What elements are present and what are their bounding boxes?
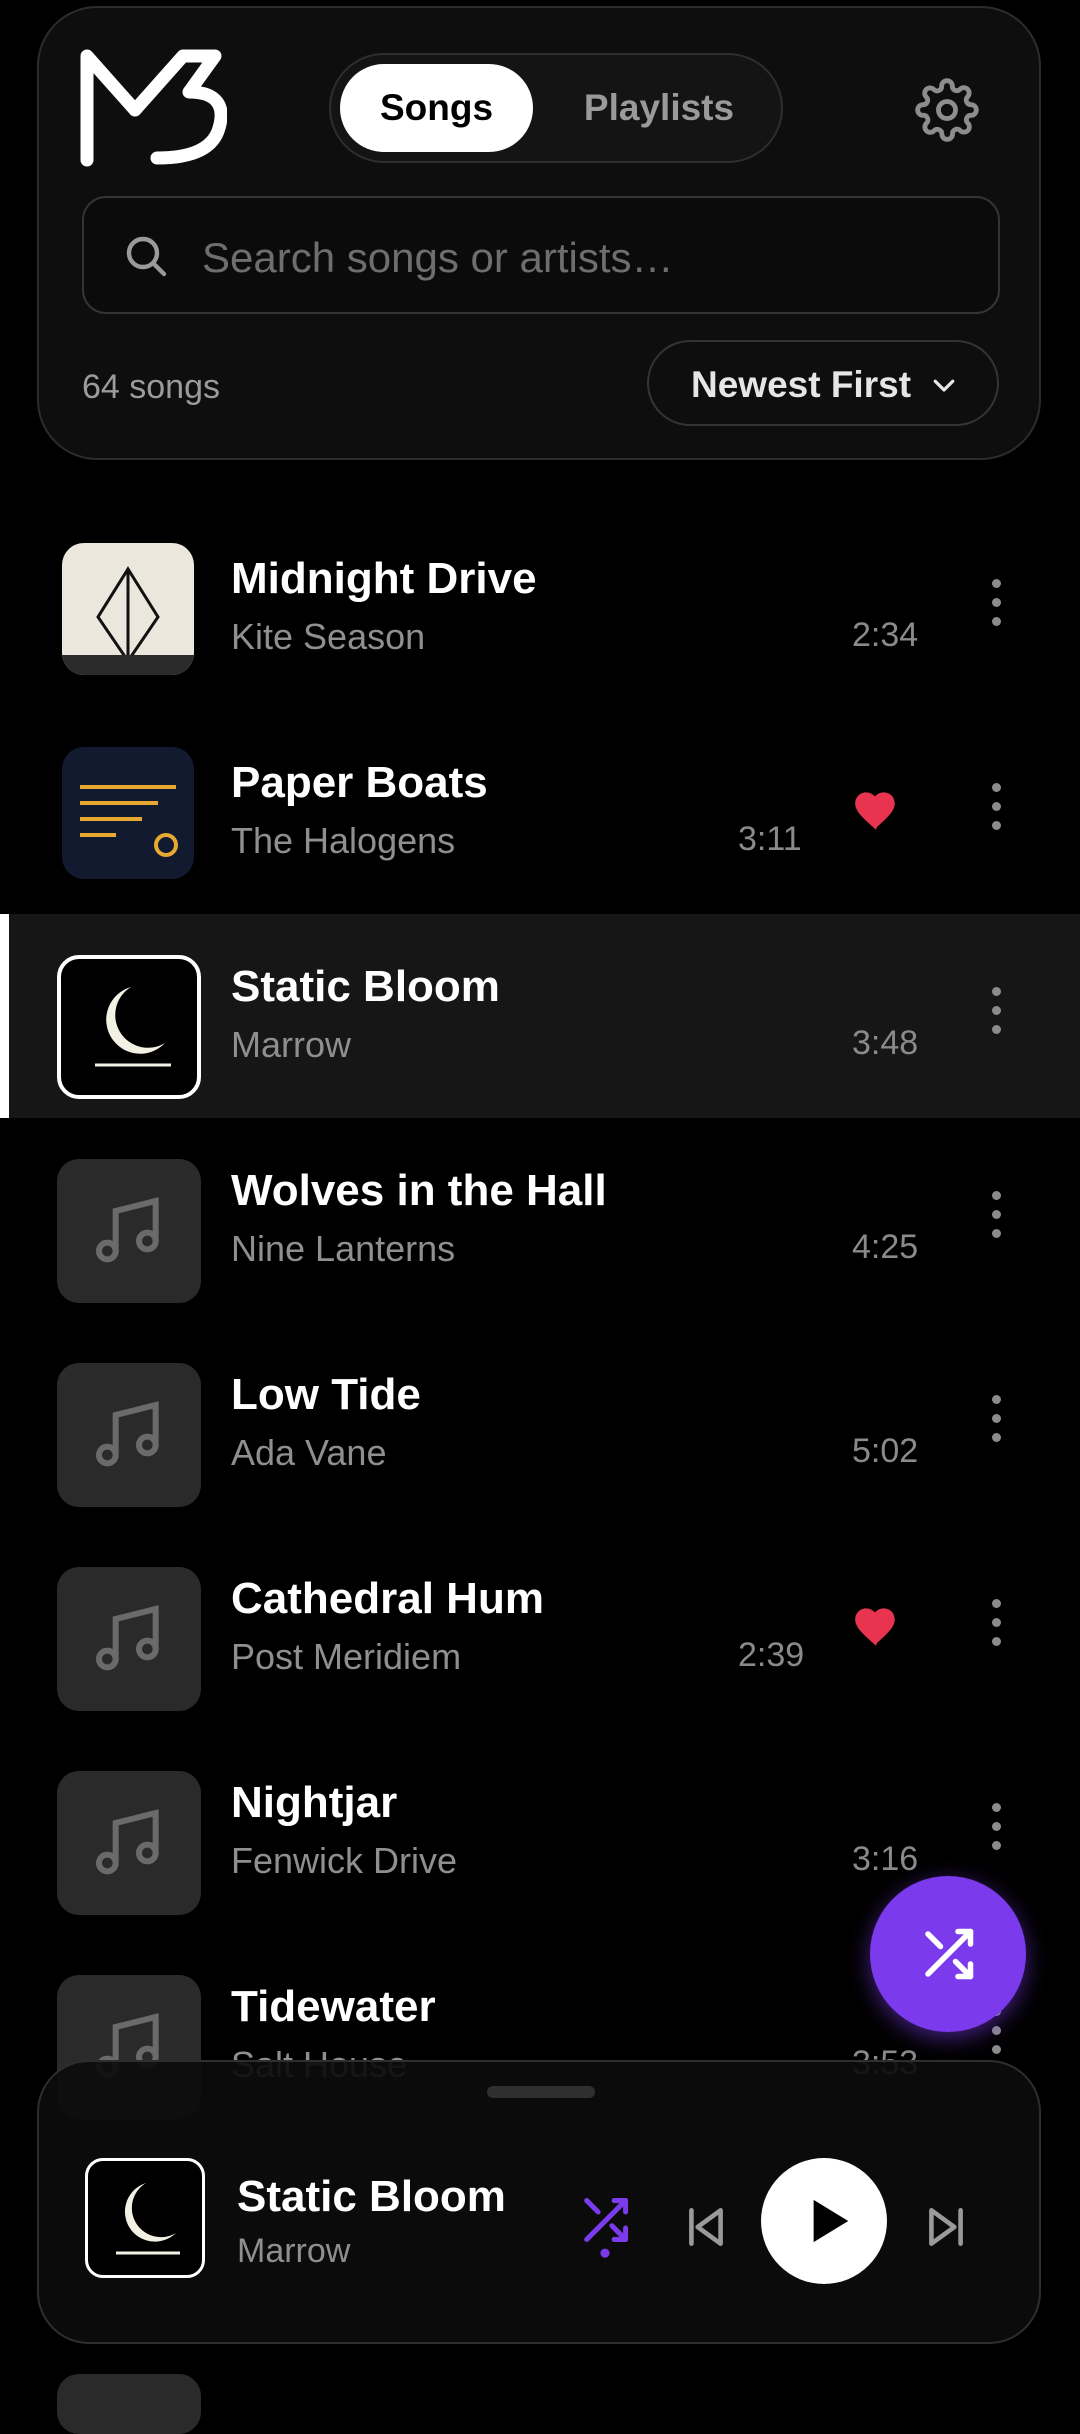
now-playing-art bbox=[85, 2158, 205, 2278]
tab-playlists[interactable]: Playlists bbox=[545, 64, 773, 152]
song-title: Tidewater bbox=[231, 1982, 436, 2031]
album-art-placeholder bbox=[57, 2374, 201, 2434]
music-note-icon bbox=[96, 1197, 159, 1263]
chevron-down-icon bbox=[933, 379, 955, 392]
song-title: Paper Boats bbox=[231, 758, 488, 807]
shuffle-fab-button[interactable] bbox=[870, 1876, 1026, 2032]
song-title: Nightjar bbox=[231, 1778, 398, 1827]
music-note-icon bbox=[96, 1605, 159, 1671]
now-playing-artist: Marrow bbox=[237, 2232, 351, 2270]
gear-icon[interactable] bbox=[915, 78, 979, 142]
more-options-icon[interactable] bbox=[980, 1184, 1012, 1256]
library-header: Songs Playlists Search songs or artists…… bbox=[37, 6, 1041, 460]
song-artist: The Halogens bbox=[231, 820, 456, 861]
song-artist: Ada Vane bbox=[231, 1432, 387, 1473]
more-options-icon[interactable] bbox=[980, 1592, 1012, 1664]
song-duration: 2:34 bbox=[852, 616, 919, 654]
app-logo bbox=[80, 49, 227, 167]
album-art-lines bbox=[62, 747, 194, 879]
skip-previous-icon[interactable] bbox=[681, 2202, 731, 2252]
search-field[interactable]: Search songs or artists… bbox=[82, 196, 1000, 314]
song-row[interactable]: Wolves in the Hall Nine Lanterns 4:25 bbox=[0, 1118, 1080, 1322]
heart-icon[interactable] bbox=[851, 1602, 901, 1648]
song-count: 64 songs bbox=[82, 368, 220, 406]
sort-label: Newest First bbox=[691, 364, 912, 405]
heart-icon[interactable] bbox=[851, 786, 901, 832]
sort-dropdown[interactable]: Newest First bbox=[647, 340, 999, 426]
song-duration: 3:11 bbox=[738, 820, 802, 858]
song-title: Cathedral Hum bbox=[231, 1574, 544, 1623]
view-toggle: Songs Playlists bbox=[329, 53, 783, 163]
music-note-icon bbox=[96, 1401, 159, 1467]
song-artist: Marrow bbox=[231, 1024, 352, 1065]
song-row[interactable]: Low Tide Ada Vane 5:02 bbox=[0, 1322, 1080, 1526]
song-artist: Fenwick Drive bbox=[231, 1840, 458, 1881]
skip-next-icon[interactable] bbox=[921, 2202, 971, 2252]
song-row[interactable]: Paper Boats The Halogens 3:11 bbox=[0, 710, 1080, 914]
song-title: Midnight Drive bbox=[231, 554, 537, 603]
more-options-icon[interactable] bbox=[980, 776, 1012, 848]
shuffle-icon bbox=[925, 1928, 974, 1980]
play-icon bbox=[813, 2199, 849, 2243]
drag-handle[interactable] bbox=[487, 2086, 595, 2098]
song-title: Low Tide bbox=[231, 1370, 421, 1419]
shuffle-icon[interactable] bbox=[577, 2196, 633, 2260]
song-row[interactable]: Midnight Drive Kite Season 2:34 bbox=[0, 506, 1080, 710]
song-title: Static Bloom bbox=[231, 962, 500, 1011]
song-duration: 4:25 bbox=[852, 1228, 919, 1266]
song-title: Wolves in the Hall bbox=[231, 1166, 607, 1215]
song-row-current[interactable]: Static Bloom Marrow 3:48 bbox=[0, 914, 1080, 1118]
album-art-moon bbox=[57, 955, 201, 1099]
album-art-placeholder bbox=[57, 1363, 201, 1507]
song-artist: Nine Lanterns bbox=[231, 1228, 456, 1269]
now-playing-title: Static Bloom bbox=[237, 2172, 506, 2221]
album-art-diamond bbox=[62, 543, 194, 675]
album-art-placeholder bbox=[57, 1159, 201, 1303]
play-button[interactable] bbox=[761, 2158, 887, 2284]
more-options-icon[interactable] bbox=[980, 980, 1012, 1052]
tab-songs[interactable]: Songs bbox=[340, 64, 533, 152]
album-art-placeholder bbox=[57, 1771, 201, 1915]
song-duration: 3:16 bbox=[852, 1840, 919, 1878]
more-options-icon[interactable] bbox=[980, 1388, 1012, 1460]
song-duration: 2:39 bbox=[738, 1636, 805, 1674]
now-playing-indicator bbox=[0, 914, 9, 1118]
search-input[interactable]: Search songs or artists… bbox=[202, 234, 674, 282]
song-duration: 5:02 bbox=[852, 1432, 919, 1470]
more-options-icon[interactable] bbox=[980, 572, 1012, 644]
music-note-icon bbox=[96, 1809, 159, 1875]
search-icon bbox=[126, 236, 167, 277]
song-artist: Kite Season bbox=[231, 616, 426, 657]
mini-player[interactable]: Static Bloom Marrow bbox=[37, 2060, 1041, 2344]
album-art-placeholder bbox=[57, 1567, 201, 1711]
song-row[interactable]: Cathedral Hum Post Meridiem 2:39 bbox=[0, 1526, 1080, 1730]
song-artist: Post Meridiem bbox=[231, 1636, 462, 1677]
song-duration: 3:48 bbox=[852, 1024, 919, 1062]
more-options-icon[interactable] bbox=[980, 1796, 1012, 1868]
